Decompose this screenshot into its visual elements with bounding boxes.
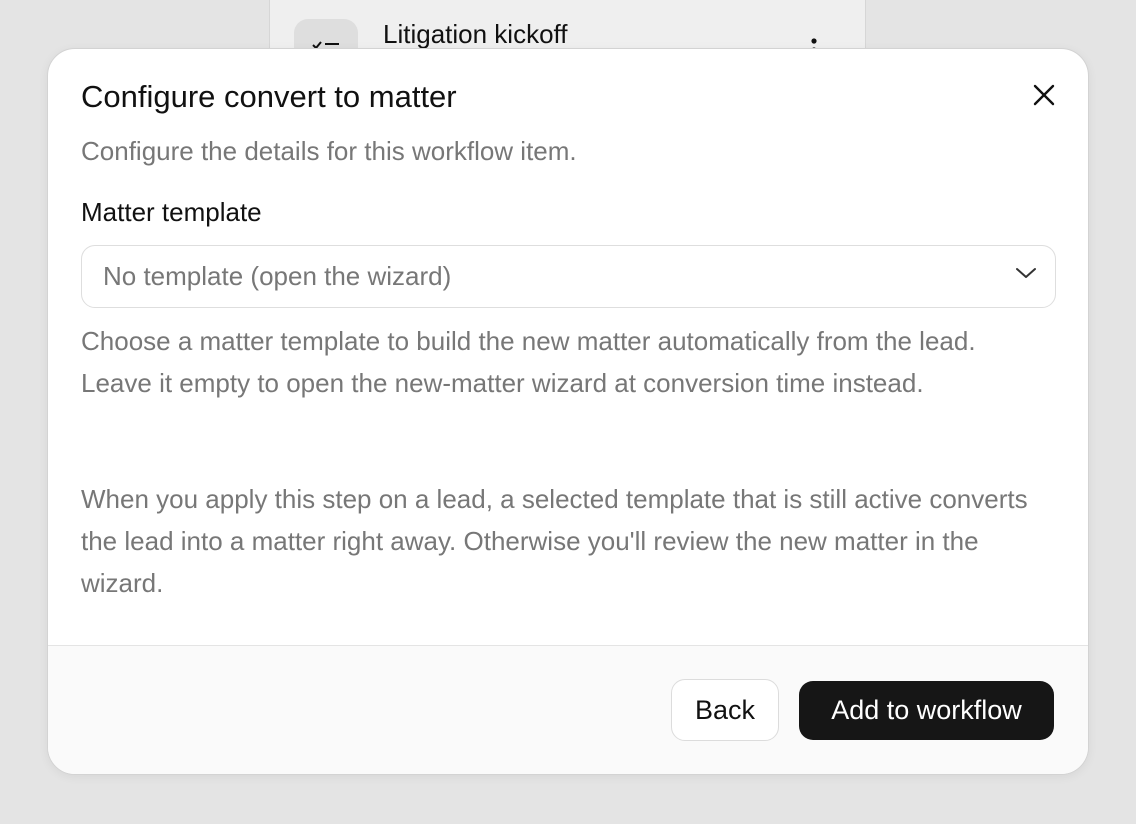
dialog-title: Configure convert to matter xyxy=(81,79,457,114)
add-to-workflow-button[interactable]: Add to workflow xyxy=(799,681,1054,740)
close-button[interactable] xyxy=(1028,79,1060,111)
matter-template-select[interactable]: No template (open the wizard) xyxy=(81,245,1056,308)
chevron-down-icon xyxy=(1016,268,1036,278)
dialog-footer: Back Add to workflow xyxy=(48,645,1088,774)
workflow-card-title: Litigation kickoff xyxy=(383,19,568,49)
template-help-text: Choose a matter template to build the ne… xyxy=(81,326,976,398)
select-value: No template (open the wizard) xyxy=(103,261,452,291)
back-button[interactable]: Back xyxy=(671,679,779,741)
close-icon xyxy=(1033,84,1055,106)
apply-help-text: When you apply this step on a lead, a se… xyxy=(81,484,1028,598)
configure-dialog: Configure convert to matter Configure th… xyxy=(47,48,1089,775)
dialog-subtitle: Configure the details for this workflow … xyxy=(81,136,577,166)
matter-template-label: Matter template xyxy=(81,197,262,227)
